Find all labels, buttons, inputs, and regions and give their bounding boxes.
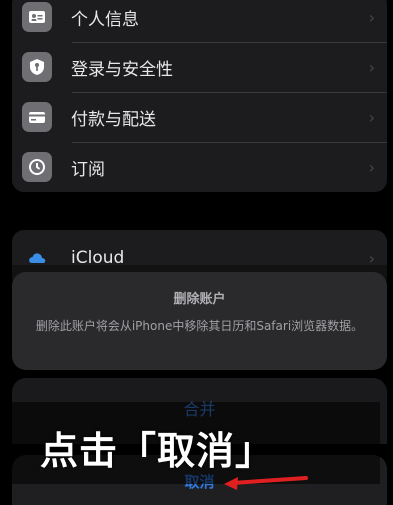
settings-row-signin-security[interactable]: 登录与安全性 › — [12, 42, 387, 92]
settings-row-personal-info[interactable]: 个人信息 › — [12, 0, 387, 42]
settings-row-label: 登录与安全性 — [71, 59, 173, 80]
delete-account-action-sheet: 删除账户 删除此账户将会从iPhone中移除其日历和Safari浏览器数据。 — [12, 272, 387, 370]
tutorial-caption: 点击「取消」 — [40, 429, 275, 473]
action-sheet-title: 删除账户 — [173, 292, 226, 307]
settings-row-label: 订阅 — [71, 159, 105, 180]
chevron-right-icon: › — [368, 57, 375, 77]
chevron-right-icon: › — [368, 107, 375, 127]
credit-card-icon — [22, 102, 52, 132]
red-arrow-icon — [224, 476, 308, 490]
key-shield-icon — [22, 52, 52, 82]
subscription-icon — [22, 152, 52, 182]
settings-row-subscriptions[interactable]: 订阅 › — [12, 142, 387, 192]
chevron-right-icon: › — [368, 157, 375, 177]
settings-row-label: 个人信息 — [71, 9, 139, 30]
person-card-icon — [22, 2, 52, 32]
account-settings-group: 个人信息 › 登录与安全性 › 付款与配送 › 订阅 › — [12, 0, 387, 192]
action-sheet-message: 删除此账户将会从iPhone中移除其日历和Safari浏览器数据。 — [35, 319, 364, 333]
settings-row-label: 付款与配送 — [71, 109, 156, 130]
settings-row-payment-shipping[interactable]: 付款与配送 › — [12, 92, 387, 142]
chevron-right-icon: › — [368, 7, 375, 27]
